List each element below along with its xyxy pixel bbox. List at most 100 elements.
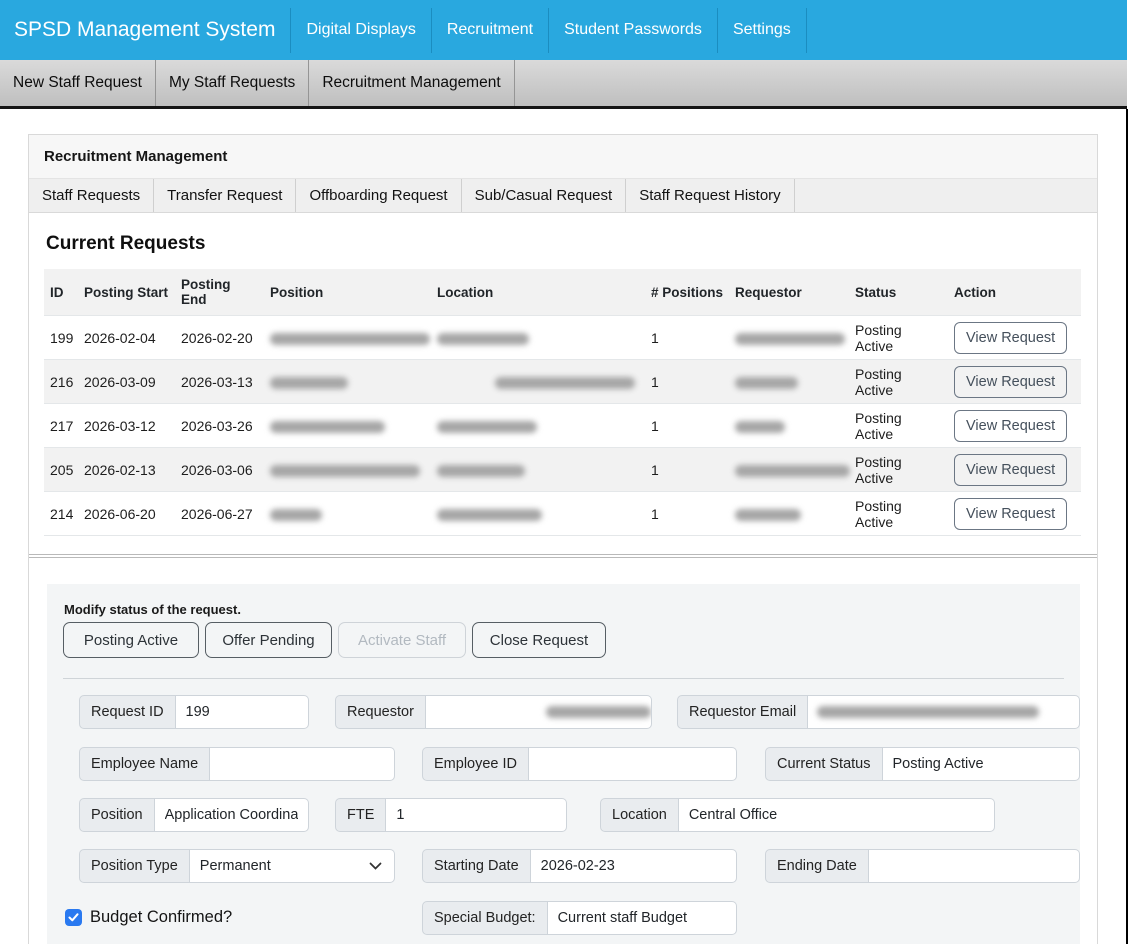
cell-status: Posting Active <box>849 316 948 360</box>
form-row-5: Budget Confirmed? Special Budget: <box>63 901 1064 936</box>
position-group: Position <box>79 798 309 832</box>
cell-posting-start: 2026-03-12 <box>78 404 175 448</box>
redacted-requestor <box>735 333 845 345</box>
redacted-requestor <box>735 465 850 477</box>
cell-position <box>264 448 431 492</box>
cell-num-positions: 1 <box>645 448 729 492</box>
budget-confirmed-label: Budget Confirmed? <box>90 908 232 927</box>
cell-num-positions: 1 <box>645 360 729 404</box>
subnav-item-my-staff-requests[interactable]: My Staff Requests <box>156 60 309 106</box>
request-id-label: Request ID <box>79 695 176 729</box>
cell-posting-end: 2026-03-26 <box>175 404 264 448</box>
tab-sub-casual-request[interactable]: Sub/Casual Request <box>462 179 627 212</box>
employee-id-field[interactable] <box>529 747 737 781</box>
ending-date-field[interactable] <box>869 849 1080 883</box>
cell-status: Posting Active <box>849 448 948 492</box>
status-buttons: Posting ActiveOffer PendingActivate Staf… <box>63 622 1064 658</box>
topnav-item-student-passwords[interactable]: Student Passwords <box>548 8 717 53</box>
starting-date-field[interactable] <box>531 849 737 883</box>
tab-staff-request-history[interactable]: Staff Request History <box>626 179 794 212</box>
column-header: Posting Start <box>78 269 175 316</box>
tab-offboarding-request[interactable]: Offboarding Request <box>296 179 461 212</box>
tab-transfer-request[interactable]: Transfer Request <box>154 179 296 212</box>
status-button-offer-pending[interactable]: Offer Pending <box>205 622 332 658</box>
form-row-1: Request ID Requestor Requestor Email <box>63 695 1064 729</box>
position-type-label: Position Type <box>79 849 190 883</box>
position-label: Position <box>79 798 155 832</box>
requests-table: IDPosting StartPosting EndPositionLocati… <box>44 269 1081 536</box>
fte-field[interactable] <box>386 798 567 832</box>
ending-date-label: Ending Date <box>765 849 869 883</box>
location-field[interactable] <box>679 798 995 832</box>
column-header: Requestor <box>729 269 849 316</box>
request-id-group: Request ID <box>79 695 309 729</box>
view-request-button[interactable]: View Request <box>954 498 1067 530</box>
employee-name-field[interactable] <box>210 747 395 781</box>
cell-position <box>264 492 431 536</box>
column-header: Position <box>264 269 431 316</box>
requestor-email-field[interactable] <box>808 695 1080 729</box>
status-button-close-request[interactable]: Close Request <box>472 622 606 658</box>
request-id-field[interactable] <box>176 695 309 729</box>
redacted-position <box>270 465 420 477</box>
special-budget-field[interactable] <box>548 901 737 935</box>
topnav-item-digital-displays[interactable]: Digital Displays <box>290 8 430 53</box>
cell-status: Posting Active <box>849 360 948 404</box>
position-field[interactable] <box>155 798 309 832</box>
cell-requestor <box>729 448 849 492</box>
redacted-position <box>270 377 348 389</box>
special-budget-group: Special Budget: <box>422 901 737 935</box>
subnav-item-recruitment-management[interactable]: Recruitment Management <box>309 60 514 106</box>
cell-id: 205 <box>44 448 78 492</box>
redacted-location <box>495 377 635 389</box>
form-row-4: Position Type Permanent Starting Date En… <box>63 849 1064 883</box>
cell-action: View Request <box>948 492 1081 536</box>
budget-confirmed-checkbox[interactable] <box>65 909 82 926</box>
topnav-item-recruitment[interactable]: Recruitment <box>431 8 548 53</box>
cell-num-positions: 1 <box>645 492 729 536</box>
redacted-requestor-value <box>546 706 651 718</box>
view-request-button[interactable]: View Request <box>954 454 1067 486</box>
tab-staff-requests[interactable]: Staff Requests <box>29 179 154 212</box>
cell-location <box>431 492 645 536</box>
position-type-value: Permanent <box>200 858 271 874</box>
cell-location <box>431 448 645 492</box>
cell-action: View Request <box>948 404 1081 448</box>
redacted-requestor <box>735 377 798 389</box>
check-icon <box>68 913 79 922</box>
column-header: # Positions <box>645 269 729 316</box>
subnav-item-new-staff-request[interactable]: New Staff Request <box>0 60 156 106</box>
cell-posting-end: 2026-03-13 <box>175 360 264 404</box>
table-row: 2162026-03-092026-03-131Posting ActiveVi… <box>44 360 1081 404</box>
status-button-posting-active[interactable]: Posting Active <box>63 622 199 658</box>
fte-label: FTE <box>335 798 386 832</box>
fte-group: FTE <box>335 798 567 832</box>
redacted-location <box>437 421 537 433</box>
cell-position <box>264 360 431 404</box>
position-type-select[interactable]: Permanent <box>190 849 395 883</box>
view-request-button[interactable]: View Request <box>954 366 1067 398</box>
form-row-2: Employee Name Employee ID Current Status <box>63 747 1064 781</box>
cell-id: 199 <box>44 316 78 360</box>
topnav-item-settings[interactable]: Settings <box>717 8 806 53</box>
redacted-position <box>270 333 430 345</box>
cell-action: View Request <box>948 448 1081 492</box>
requestor-field[interactable] <box>426 695 652 729</box>
column-header: ID <box>44 269 78 316</box>
secondary-navigation: New Staff RequestMy Staff RequestsRecrui… <box>0 60 1127 109</box>
cell-requestor <box>729 360 849 404</box>
current-status-field[interactable] <box>883 747 1081 781</box>
table-row: 2052026-02-132026-03-061Posting ActiveVi… <box>44 448 1081 492</box>
starting-date-label: Starting Date <box>422 849 531 883</box>
form-row-3: Position FTE Location <box>63 798 1064 832</box>
cell-posting-end: 2026-03-06 <box>175 448 264 492</box>
view-request-button[interactable]: View Request <box>954 410 1067 442</box>
current-status-group: Current Status <box>765 747 1080 781</box>
employee-name-label: Employee Name <box>79 747 210 781</box>
requestor-group: Requestor <box>335 695 652 729</box>
ending-date-group: Ending Date <box>765 849 1080 883</box>
column-header: Posting End <box>175 269 264 316</box>
view-request-button[interactable]: View Request <box>954 322 1067 354</box>
cell-posting-end: 2026-02-20 <box>175 316 264 360</box>
position-type-group: Position Type Permanent <box>79 849 395 883</box>
